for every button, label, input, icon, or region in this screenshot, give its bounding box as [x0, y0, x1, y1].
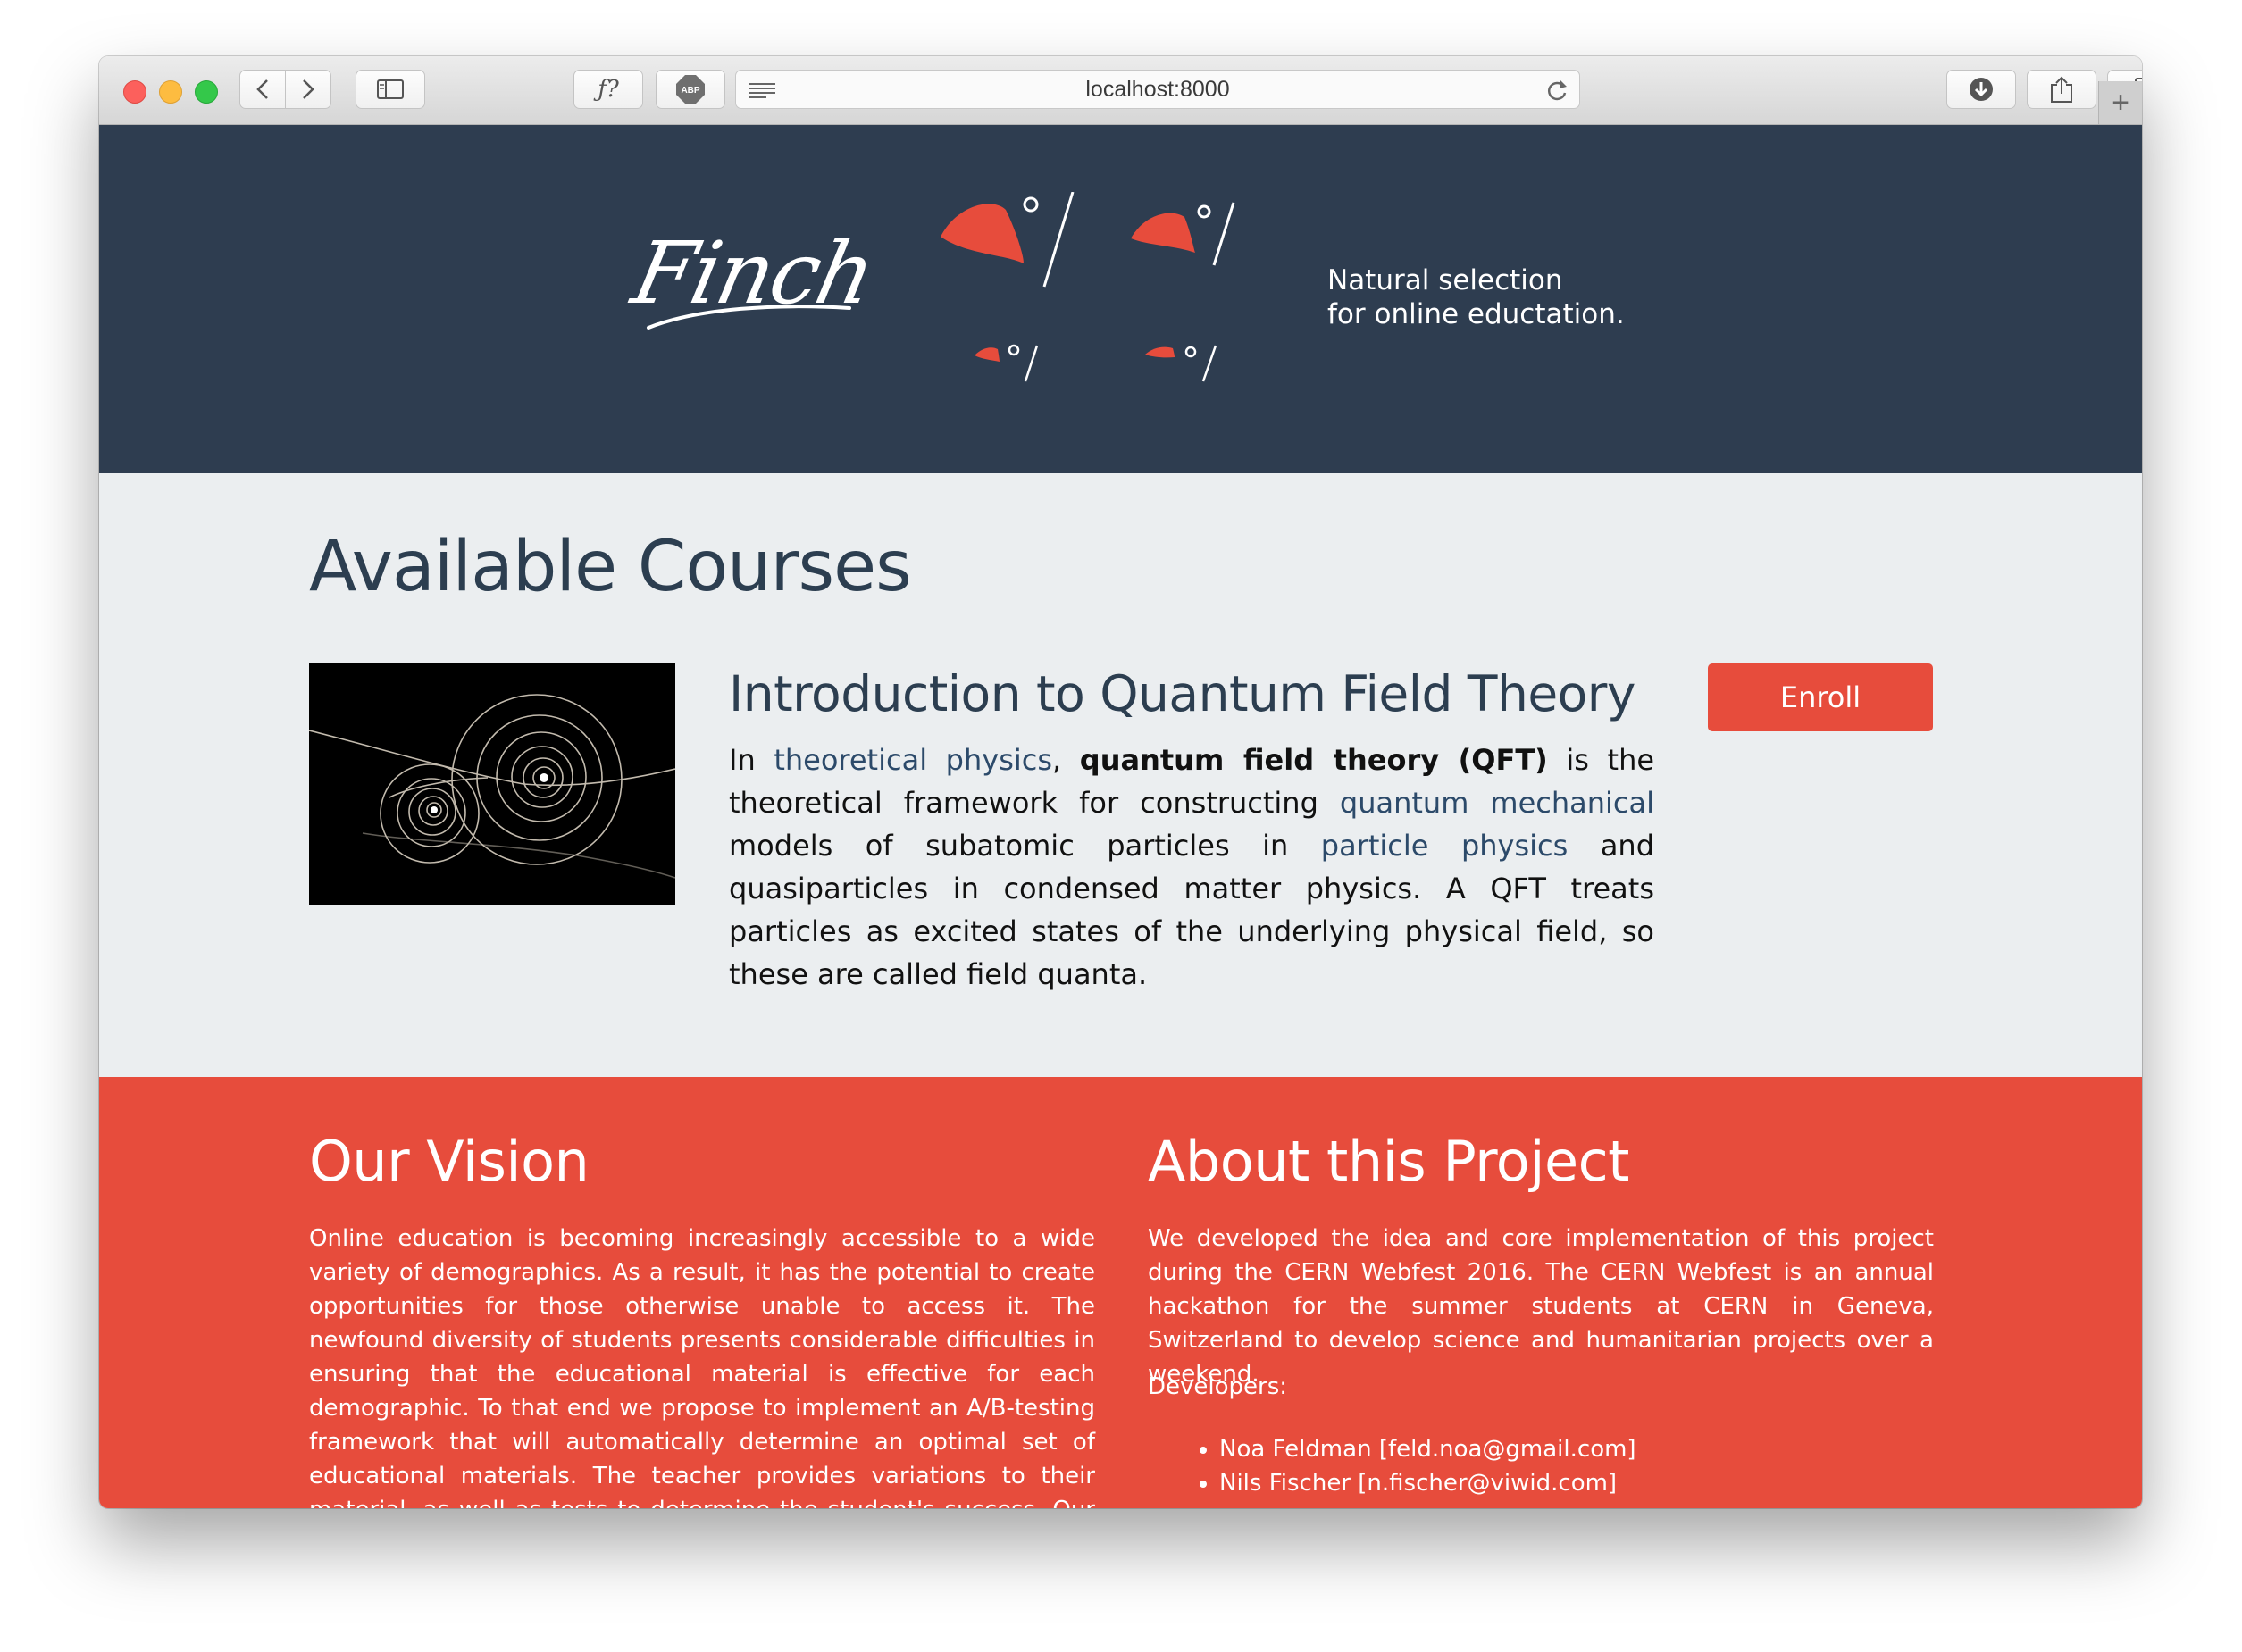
forward-button[interactable]: [285, 70, 331, 109]
back-button[interactable]: [239, 70, 286, 109]
about-heading: About this Project: [1148, 1129, 1629, 1194]
downloads-button[interactable]: [1946, 70, 2016, 109]
course-desc-text-2: ,: [1052, 743, 1080, 777]
hero-banner: Finch Natural selection for online educt…: [99, 125, 2142, 473]
courses-heading: Available Courses: [309, 527, 912, 607]
tagline-line-2: for online eductation.: [1327, 298, 1625, 330]
reload-icon[interactable]: [1545, 79, 1569, 102]
adblock-button[interactable]: ABP: [656, 70, 725, 109]
new-tab-button[interactable]: +: [2098, 81, 2142, 124]
course-image: [309, 663, 675, 905]
svg-text:ABP: ABP: [681, 86, 699, 96]
maximize-window-button[interactable]: [195, 80, 218, 104]
link-quantum-mechanical[interactable]: quantum mechanical: [1340, 786, 1654, 820]
tagline: Natural selection for online eductation.: [1327, 263, 1625, 331]
browser-toolbar: ƒ? ABP localhost:8000 +: [99, 56, 2142, 125]
chevron-left-icon: [256, 79, 268, 99]
finch-birds-illustration: [941, 192, 1235, 382]
info-section: Our Vision Online education is becoming …: [99, 1077, 2142, 1508]
chevron-right-icon: [303, 79, 314, 99]
about-text: We developed the idea and core implement…: [1148, 1225, 1934, 1388]
address-bar[interactable]: localhost:8000: [735, 70, 1580, 109]
link-particle-physics[interactable]: particle physics: [1321, 829, 1569, 863]
plus-icon: +: [2112, 85, 2129, 120]
course-desc-bold: quantum field theory (QFT): [1079, 743, 1548, 777]
share-icon: [2051, 76, 2072, 103]
course-desc-text-4: models of subatomic particles in: [729, 829, 1321, 863]
developers-label: Developers:: [1148, 1373, 1288, 1400]
url-text[interactable]: localhost:8000: [736, 71, 1579, 108]
browser-window: ƒ? ABP localhost:8000 + Finch Natural se…: [99, 56, 2142, 1508]
developer-item: Noa Feldman [feld.noa@gmail.com]: [1219, 1432, 1636, 1466]
web-page: Finch Natural selection for online educt…: [99, 125, 2142, 1508]
vision-heading: Our Vision: [309, 1129, 590, 1194]
tagline-line-1: Natural selection: [1327, 264, 1563, 296]
function-icon: ƒ?: [598, 76, 619, 103]
sidebar-toggle-button[interactable]: [356, 70, 425, 109]
sidebar-icon: [377, 79, 404, 99]
function-extension-button[interactable]: ƒ?: [573, 70, 643, 109]
bubble-chamber-image: [309, 663, 675, 905]
download-icon: [1970, 78, 1993, 101]
course-desc-text-1: In: [729, 743, 774, 777]
course-description: In theoretical physics, quantum field th…: [729, 738, 1654, 996]
course-title[interactable]: Introduction to Quantum Field Theory: [729, 665, 1635, 722]
logo-swoosh-icon: [647, 305, 851, 330]
developer-item: Nils Fischer [n.fischer@viwid.com]: [1219, 1466, 1636, 1500]
adblock-icon: ABP: [676, 75, 705, 104]
share-button[interactable]: [2027, 70, 2096, 109]
minimize-window-button[interactable]: [159, 80, 182, 104]
developers-list: Noa Feldman [feld.noa@gmail.com] Nils Fi…: [1148, 1432, 1636, 1500]
close-window-button[interactable]: [123, 80, 146, 104]
enroll-button[interactable]: Enroll: [1708, 663, 1933, 731]
vision-text: Online education is becoming increasingl…: [309, 1225, 1095, 1508]
courses-section: Available Courses Introduction to Quantu…: [99, 473, 2142, 1077]
link-theoretical-physics[interactable]: theoretical physics: [774, 743, 1052, 777]
